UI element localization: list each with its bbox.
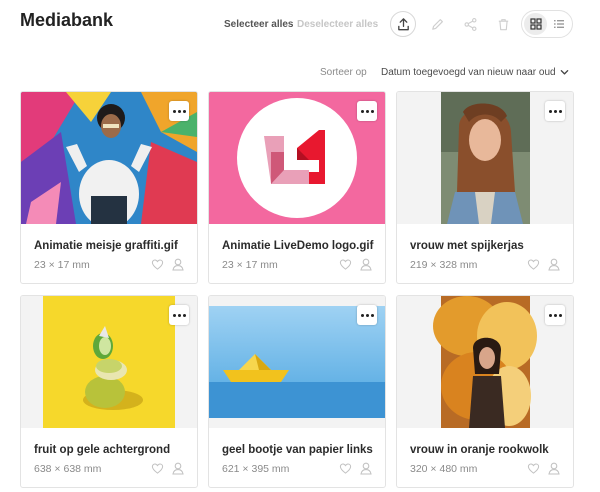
item-name: vrouw met spijkerjas (410, 240, 524, 252)
view-toggle (521, 10, 573, 38)
sort-dropdown[interactable]: Datum toegevoegd van nieuw naar oud (381, 67, 569, 78)
heart-icon[interactable] (527, 462, 540, 475)
sort-value: Datum toegevoegd van nieuw naar oud (381, 67, 556, 78)
item-name: vrouw in oranje rookwolk (410, 444, 549, 456)
item-name: fruit op gele achtergrond (34, 444, 171, 456)
share-button[interactable] (457, 11, 483, 37)
thumbnail-image[interactable] (209, 296, 385, 428)
thumbnail-image[interactable] (397, 296, 573, 428)
more-options-button[interactable] (545, 305, 565, 325)
page-title: Mediabank (20, 10, 114, 30)
edit-button[interactable] (424, 11, 450, 37)
item-name: geel bootje van papier links (222, 444, 373, 456)
grid-view-icon (529, 18, 542, 30)
person-icon[interactable] (547, 257, 561, 271)
upload-icon (397, 17, 409, 30)
thumbnail-image[interactable] (397, 92, 573, 224)
share-icon (464, 17, 476, 31)
list-view-button[interactable] (547, 13, 570, 35)
heart-icon[interactable] (527, 258, 540, 271)
person-icon[interactable] (547, 461, 561, 475)
media-card[interactable]: Animatie meisje graffiti.gif 23 × 17 mm (20, 91, 198, 284)
more-options-button[interactable] (169, 101, 189, 121)
sort-label: Sorteer op (320, 67, 367, 78)
item-size: 23 × 17 mm (222, 259, 278, 271)
person-icon[interactable] (171, 257, 185, 271)
heart-icon[interactable] (151, 258, 164, 271)
trash-icon (498, 18, 508, 30)
item-size: 320 × 480 mm (410, 463, 478, 475)
upload-button[interactable] (390, 11, 416, 37)
person-icon[interactable] (171, 461, 185, 475)
item-name: Animatie meisje graffiti.gif (34, 240, 178, 252)
item-size: 219 × 328 mm (410, 259, 478, 271)
grid-view-button[interactable] (524, 13, 547, 35)
item-name: Animatie LiveDemo logo.gif (222, 240, 374, 252)
select-all-link[interactable]: Selecteer alles (224, 19, 294, 30)
media-card[interactable]: fruit op gele achtergrond 638 × 638 mm (20, 295, 198, 488)
item-size: 638 × 638 mm (34, 463, 102, 475)
more-options-button[interactable] (357, 101, 377, 121)
thumbnail-image[interactable] (209, 92, 385, 224)
item-size: 23 × 17 mm (34, 259, 90, 271)
item-size: 621 × 395 mm (222, 463, 290, 475)
more-options-button[interactable] (545, 101, 565, 121)
heart-icon[interactable] (151, 462, 164, 475)
media-card[interactable]: vrouw in oranje rookwolk 320 × 480 mm (396, 295, 574, 488)
more-options-button[interactable] (357, 305, 377, 325)
more-options-button[interactable] (169, 305, 189, 325)
person-icon[interactable] (359, 461, 373, 475)
deselect-all-link[interactable]: Deselecteer alles (297, 19, 378, 30)
list-view-icon (553, 20, 564, 28)
delete-button[interactable] (490, 11, 516, 37)
chevron-down-icon (560, 70, 568, 75)
media-card[interactable]: geel bootje van papier links 621 × 395 m… (208, 295, 386, 488)
thumbnail-image[interactable] (21, 92, 197, 224)
media-card[interactable]: Animatie LiveDemo logo.gif 23 × 17 mm (208, 91, 386, 284)
pencil-icon (431, 18, 443, 30)
heart-icon[interactable] (339, 258, 352, 271)
thumbnail-image[interactable] (21, 296, 197, 428)
person-icon[interactable] (359, 257, 373, 271)
heart-icon[interactable] (339, 462, 352, 475)
media-card[interactable]: vrouw met spijkerjas 219 × 328 mm (396, 91, 574, 284)
